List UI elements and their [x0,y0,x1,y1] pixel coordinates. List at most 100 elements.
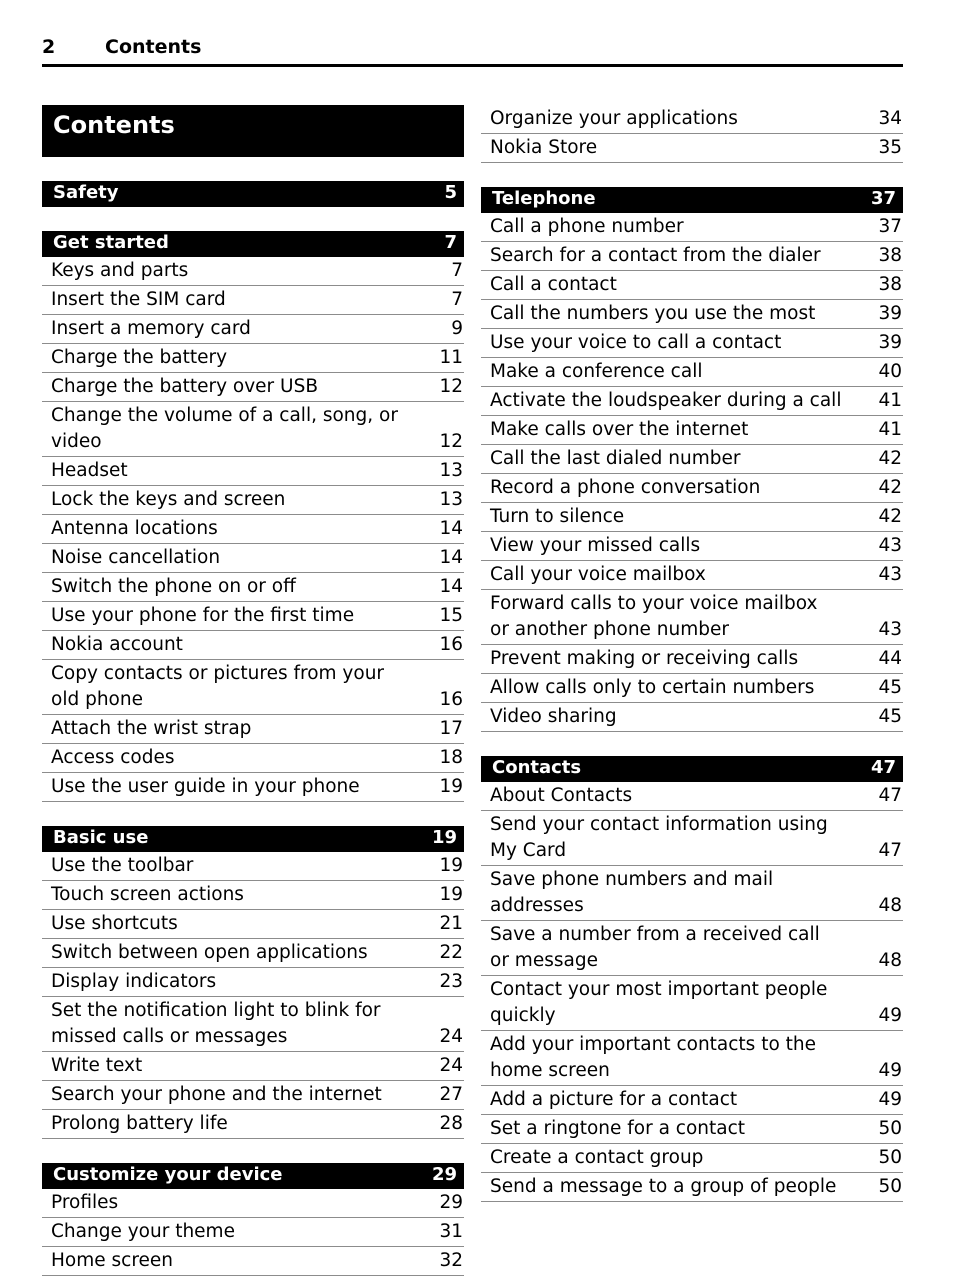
toc-entry[interactable]: Prevent making or receiving calls 44 [481,645,903,674]
toc-entry[interactable]: Nokia Store 35 [481,134,903,163]
toc-section-header[interactable]: Get started 7 [42,231,464,257]
toc-entry-label: Change your theme [51,1221,235,1242]
toc-entry-page-number: 42 [878,506,902,527]
toc-section-header[interactable]: Contacts 47 [481,756,903,782]
toc-entry[interactable]: Send a message to a group of people 50 [481,1173,903,1202]
toc-entry-label: Use your phone for the first time [51,605,355,626]
toc-entry-label: Insert the SIM card [51,289,226,310]
toc-section-page-number: 37 [870,188,896,209]
toc-entry-label: Make calls over the internet [490,419,749,440]
toc-entry-label: Use the user guide in your phone [51,776,360,797]
toc-entry[interactable]: Charge the battery 11 [42,344,464,373]
toc-entry-label: Video sharing [490,706,617,727]
toc-entry[interactable]: Create a contact group 50 [481,1144,903,1173]
toc-entry-page-number: 44 [878,648,902,669]
toc-section-header[interactable]: Customize your device 29 [42,1163,464,1189]
toc-entry[interactable]: Activate the loudspeaker during a call 41 [481,387,903,416]
toc-entry[interactable]: Allow calls only to certain numbers 45 [481,674,903,703]
toc-entry-page-number: 37 [878,216,902,237]
toc-entry[interactable]: Set the notification light to blink for … [42,997,464,1052]
toc-entry[interactable]: Access codes 18 [42,744,464,773]
toc-entry-label: Copy contacts or pictures from your old … [51,663,385,710]
toc-entry[interactable]: Turn to silence 42 [481,503,903,532]
toc-entry[interactable]: Home screen 32 [42,1247,464,1276]
toc-entry[interactable]: Antenna locations 14 [42,515,464,544]
toc-entry[interactable]: Forward calls to your voice mailbox or a… [481,590,903,645]
toc-entry-page-number: 50 [878,1176,902,1197]
toc-section: Get started 7 Keys and parts 7 Insert the SI… [42,231,464,802]
toc-entry-page-number: 28 [439,1113,463,1134]
toc-entry[interactable]: Use the user guide in your phone 19 [42,773,464,802]
toc-entry[interactable]: Search your phone and the internet 27 [42,1081,464,1110]
toc-entry[interactable]: Keys and parts 7 [42,257,464,286]
toc-columns: Contents Safety 5 Get started 7 Keys and par… [0,0,954,1276]
toc-entry[interactable]: Write text 24 [42,1052,464,1081]
toc-entry-label: Call a contact [490,274,617,295]
toc-entry[interactable]: Use shortcuts 21 [42,910,464,939]
toc-section-header[interactable]: Telephone 37 [481,187,903,213]
toc-entry[interactable]: Organize your applications 34 [481,105,903,134]
toc-entry[interactable]: Add a picture for a contact 49 [481,1086,903,1115]
left-sections-container: Safety 5 Get started 7 Keys and parts 7 Insert… [42,181,464,1276]
toc-section-header[interactable]: Basic use 19 [42,826,464,852]
toc-entry[interactable]: Call a contact 38 [481,271,903,300]
toc-entry[interactable]: Display indicators 23 [42,968,464,997]
toc-entry[interactable]: Add your important contacts to the home … [481,1031,903,1086]
toc-entry[interactable]: Copy contacts or pictures from your old … [42,660,464,715]
toc-entry[interactable]: Save a number from a received call or me… [481,921,903,976]
toc-entry-label: Switch the phone on or off [51,576,296,597]
toc-entry[interactable]: Make a conference call 40 [481,358,903,387]
toc-entry-page-number: 23 [439,971,463,992]
toc-entry[interactable]: Save phone numbers and mail addresses 48 [481,866,903,921]
toc-section-label: Safety [53,182,119,203]
toc-entry-page-number: 39 [878,332,902,353]
toc-entry[interactable]: Attach the wrist strap 17 [42,715,464,744]
toc-entry[interactable]: Change your theme 31 [42,1218,464,1247]
toc-entry[interactable]: Call the numbers you use the most 39 [481,300,903,329]
toc-entry[interactable]: Video sharing 45 [481,703,903,732]
toc-entry[interactable]: Use your voice to call a contact 39 [481,329,903,358]
toc-entry[interactable]: Use your phone for the first time 15 [42,602,464,631]
toc-entry-label: Insert a memory card [51,318,251,339]
toc-entry-label: Keys and parts [51,260,189,281]
toc-entry[interactable]: Send your contact information using My C… [481,811,903,866]
toc-entry[interactable]: Lock the keys and screen 13 [42,486,464,515]
toc-entry-page-number: 14 [439,547,463,568]
toc-entry[interactable]: Record a phone conversation 42 [481,474,903,503]
toc-entry[interactable]: Headset 13 [42,457,464,486]
toc-entry-label: Lock the keys and screen [51,489,286,510]
toc-entry[interactable]: Make calls over the internet 41 [481,416,903,445]
toc-entry[interactable]: About Contacts 47 [481,782,903,811]
toc-entry[interactable]: Switch between open applications 22 [42,939,464,968]
toc-entry[interactable]: Nokia account 16 [42,631,464,660]
toc-entry-page-number: 12 [439,376,463,397]
toc-entry[interactable]: Switch the phone on or off 14 [42,573,464,602]
toc-entry-page-number: 13 [439,460,463,481]
toc-entry[interactable]: Call your voice mailbox 43 [481,561,903,590]
toc-section-header[interactable]: Safety 5 [42,181,464,207]
toc-section-page-number: 5 [444,182,457,203]
toc-entry-page-number: 16 [439,689,463,710]
toc-right-column: Organize your applications 34 Nokia Store 3… [481,105,903,1202]
toc-entry[interactable]: Prolong battery life 28 [42,1110,464,1139]
toc-entry[interactable]: Change the volume of a call, song, or vi… [42,402,464,457]
toc-entry[interactable]: Call the last dialed number 42 [481,445,903,474]
toc-entry-label: Set a ringtone for a contact [490,1118,746,1139]
toc-entry[interactable]: Insert a memory card 9 [42,315,464,344]
toc-entry[interactable]: Noise cancellation 14 [42,544,464,573]
toc-entry-page-number: 47 [878,840,902,861]
toc-section: Customize your device 29 Profiles 29 Change … [42,1163,464,1276]
toc-entry[interactable]: Touch screen actions 19 [42,881,464,910]
toc-entry[interactable]: Insert the SIM card 7 [42,286,464,315]
toc-entry[interactable]: Profiles 29 [42,1189,464,1218]
toc-entry-page-number: 27 [439,1084,463,1105]
toc-entry[interactable]: Search for a contact from the dialer 38 [481,242,903,271]
toc-entry-label: Call a phone number [490,216,684,237]
toc-left-column: Contents Safety 5 Get started 7 Keys and par… [42,105,464,1276]
toc-entry[interactable]: Set a ringtone for a contact 50 [481,1115,903,1144]
toc-entry[interactable]: Use the toolbar 19 [42,852,464,881]
toc-entry[interactable]: Contact your most important people quick… [481,976,903,1031]
toc-entry[interactable]: View your missed calls 43 [481,532,903,561]
toc-entry[interactable]: Charge the battery over USB 12 [42,373,464,402]
toc-entry[interactable]: Call a phone number 37 [481,213,903,242]
